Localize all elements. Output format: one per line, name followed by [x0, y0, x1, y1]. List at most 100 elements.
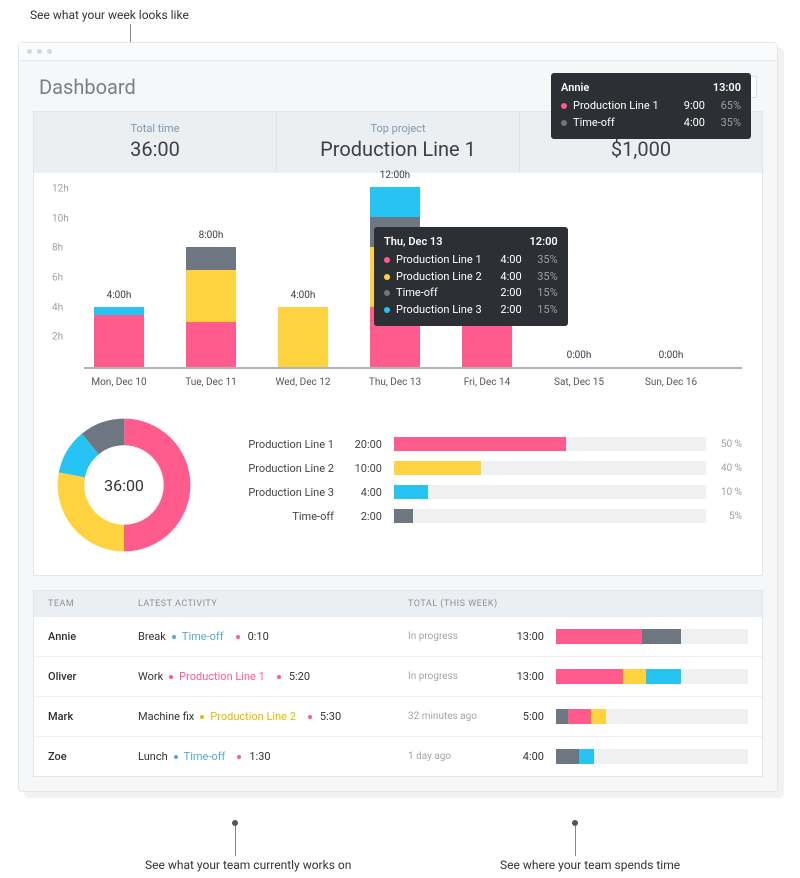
team-total-time: 4:00 — [498, 750, 544, 763]
x-tick: Thu, Dec 13 — [355, 377, 435, 388]
breakdown-name: Time-off — [214, 510, 334, 523]
donut-center-value: 36:00 — [54, 415, 194, 555]
team-member-name: Zoe — [48, 750, 138, 763]
summary-label: Top project — [285, 122, 511, 135]
summary-value: $1,000 — [528, 137, 754, 161]
latest-activity: LunchTime-off1:30 — [138, 750, 408, 763]
latest-activity: BreakTime-off0:10 — [138, 630, 408, 643]
tooltip-total: 12:00 — [530, 235, 558, 248]
tooltip-row: Production Line 19:0065% — [561, 98, 741, 115]
donut-chart: 36:00 — [54, 415, 194, 555]
summary-value: Production Line 1 — [285, 137, 511, 161]
breakdown-name: Production Line 1 — [214, 438, 334, 451]
bar-value-label: 12:00h — [355, 170, 435, 181]
breakdown-name: Production Line 2 — [214, 462, 334, 475]
activity-ago: 32 minutes ago — [408, 711, 498, 722]
callout-top: See what your week looks like — [30, 8, 189, 22]
chart-x-axis: Mon, Dec 10Tue, Dec 11Wed, Dec 12Thu, De… — [84, 369, 742, 395]
activity-ago: In progress — [408, 671, 498, 682]
team-row[interactable]: MarkMachine fixProduction Line 25:3032 m… — [34, 697, 762, 737]
callout-bottom-left: See what your team currently works on — [145, 858, 351, 872]
x-tick: Sat, Dec 15 — [539, 377, 619, 388]
summary-panel: Total time 36:00 Top project Production … — [33, 111, 763, 576]
tooltip-row: Production Line 14:0035% — [384, 252, 558, 269]
breakdown-name: Production Line 3 — [214, 486, 334, 499]
team-row[interactable]: AnnieBreakTime-off0:10In progress13:00 — [34, 617, 762, 657]
window-titlebar — [19, 43, 777, 61]
bar-segment — [94, 315, 144, 368]
tooltip-row: Time-off2:0015% — [384, 285, 558, 302]
team-time-bar — [556, 629, 748, 644]
tooltip-title: Thu, Dec 13 — [384, 235, 442, 248]
y-tick: 10h — [52, 213, 69, 224]
bar-column[interactable] — [278, 307, 328, 367]
breakdown-pct: 5% — [718, 511, 742, 522]
callout-line — [575, 826, 576, 856]
y-tick: 4h — [52, 302, 63, 313]
bar-value-label: 4:00h — [79, 290, 159, 301]
bar-segment — [186, 322, 236, 367]
team-row[interactable]: ZoeLunchTime-off1:301 day ago4:00 — [34, 737, 762, 776]
team-time-bar — [556, 749, 748, 764]
team-total-time: 13:00 — [498, 670, 544, 683]
breakdown-pct: 40 % — [718, 463, 742, 474]
col-header-team: TEAM — [48, 599, 138, 609]
bar-segment — [186, 247, 236, 270]
y-tick: 6h — [52, 273, 63, 284]
callout-bottom-right: See where your team spends time — [500, 858, 680, 872]
latest-activity: WorkProduction Line 15:20 — [138, 670, 408, 683]
team-panel: TEAM LATEST ACTIVITY TOTAL (THIS WEEK) A… — [33, 590, 763, 777]
bar-segment — [278, 307, 328, 367]
team-table-body: AnnieBreakTime-off0:10In progress13:00Ol… — [34, 617, 762, 776]
y-tick: 2h — [52, 332, 63, 343]
breakdown-pct: 10 % — [718, 487, 742, 498]
breakdown-bar — [394, 437, 706, 451]
app-window: Dashboard This week ❮ ❯ Total time 36:00… — [18, 42, 778, 792]
callout-line — [235, 826, 236, 856]
weekly-bar-chart: 2h4h6h8h10h12h4:00h8:00h4:00h12:00h8:00h… — [34, 173, 762, 399]
breakdown-time: 4:00 — [346, 486, 382, 499]
y-tick: 12h — [52, 184, 69, 195]
breakdown-time: 2:00 — [346, 510, 382, 523]
breakdown-row: Production Line 120:0050 % — [214, 437, 742, 451]
bar-segment — [370, 187, 420, 217]
traffic-light-icon — [27, 49, 32, 54]
breakdown-time: 10:00 — [346, 462, 382, 475]
chart-tooltip: Thu, Dec 13 12:00 Production Line 14:003… — [374, 227, 568, 326]
bar-segment — [94, 307, 144, 315]
x-tick: Sun, Dec 16 — [631, 377, 711, 388]
team-time-bar — [556, 669, 748, 684]
bar-value-label: 0:00h — [631, 350, 711, 361]
breakdown-row: Production Line 3 4:00 10 % — [214, 485, 742, 499]
breakdown-bar — [394, 461, 706, 475]
col-header-latest: LATEST ACTIVITY — [138, 599, 408, 609]
summary-total-time: Total time 36:00 — [34, 112, 277, 173]
bar-value-label: 4:00h — [263, 290, 343, 301]
activity-ago: 1 day ago — [408, 751, 498, 762]
team-row[interactable]: OliverWorkProduction Line 15:20In progre… — [34, 657, 762, 697]
team-member-name: Annie — [48, 630, 138, 643]
team-total-time: 5:00 — [498, 710, 544, 723]
breakdown-legend: Production Line 120:0050 %Production Lin… — [214, 437, 742, 533]
team-tooltip: Annie 13:00 Production Line 19:0065%Time… — [551, 73, 751, 139]
latest-activity: Machine fixProduction Line 25:30 — [138, 710, 408, 723]
page-title: Dashboard — [39, 75, 136, 99]
traffic-light-icon — [37, 49, 42, 54]
breakdown-row: Time-off 2:00 5% — [214, 509, 742, 523]
bar-value-label: 8:00h — [171, 230, 251, 241]
col-header-total: TOTAL (THIS WEEK) — [408, 599, 748, 609]
y-tick: 8h — [52, 243, 63, 254]
breakdown-section: 36:00 Production Line 120:0050 %Producti… — [34, 399, 762, 575]
breakdown-row: Production Line 2 10:00 40 % — [214, 461, 742, 475]
x-tick: Fri, Dec 14 — [447, 377, 527, 388]
tooltip-row: Production Line 24:0035% — [384, 269, 558, 286]
bar-column[interactable] — [186, 247, 236, 367]
summary-top-project: Top project Production Line 1 — [277, 112, 520, 173]
summary-label: Total time — [42, 122, 268, 135]
activity-ago: In progress — [408, 631, 498, 642]
x-tick: Mon, Dec 10 — [79, 377, 159, 388]
bar-segment — [462, 322, 512, 367]
bar-column[interactable] — [94, 307, 144, 367]
tooltip-title: Annie — [561, 81, 589, 94]
breakdown-pct: 50 % — [718, 439, 742, 450]
